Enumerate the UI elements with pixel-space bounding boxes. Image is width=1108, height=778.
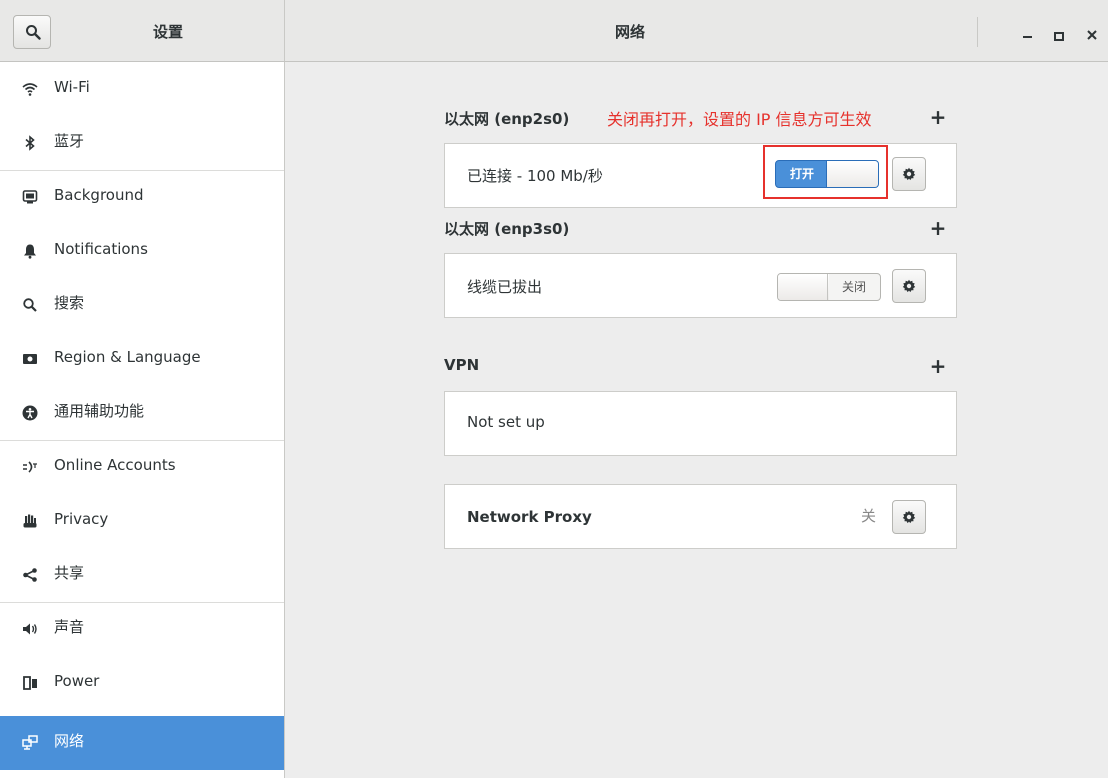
minimize-button[interactable] <box>1018 20 1042 44</box>
ethernet-enp3s0-settings-button[interactable] <box>892 269 926 303</box>
sidebar-item-label: Privacy <box>54 510 109 528</box>
ethernet-enp2s0-settings-button[interactable] <box>892 157 926 191</box>
annotation-note: 关闭再打开，设置的 IP 信息方可生效 <box>607 110 872 129</box>
gear-icon <box>902 167 916 181</box>
bluetooth-icon <box>25 135 35 151</box>
speaker-icon <box>23 623 37 635</box>
switch-label: 关闭 <box>827 274 880 300</box>
sidebar-item-label: 蓝牙 <box>54 132 85 150</box>
network-proxy-state: 关 <box>861 507 877 525</box>
sidebar-item-label: 搜索 <box>54 294 85 312</box>
hand-icon <box>23 514 37 528</box>
gear-icon <box>902 279 916 293</box>
accessibility-icon <box>22 405 38 421</box>
sidebar-item-notifications[interactable]: Notifications <box>0 224 284 278</box>
switch-knob <box>778 274 829 300</box>
sidebar-item-search[interactable]: 搜索 <box>0 278 284 332</box>
close-button[interactable] <box>1082 20 1106 44</box>
sidebar-item-online-accounts[interactable]: Online Accounts <box>0 440 284 494</box>
power-icon <box>23 676 37 690</box>
sidebar-item-accessibility[interactable]: 通用辅助功能 <box>0 386 284 440</box>
add-ethernet-enp3s0-button[interactable]: + <box>928 218 948 238</box>
sidebar-item-label: Notifications <box>54 240 148 258</box>
ethernet-enp2s0-status: 已连接 - 100 Mb/秒 <box>467 167 603 185</box>
maximize-icon <box>1054 32 1064 41</box>
region-icon <box>23 354 37 364</box>
online-accounts-icon <box>23 461 37 473</box>
vpn-card: Not set up <box>444 391 957 456</box>
ethernet-enp3s0-switch[interactable]: 关闭 <box>777 273 881 301</box>
sidebar: Wi-Fi 蓝牙 Background Notifications 搜索 Reg… <box>0 62 285 778</box>
ethernet-enp2s0-title: 以太网 (enp2s0) <box>444 110 570 128</box>
sidebar-item-bluetooth[interactable]: 蓝牙 <box>0 116 284 170</box>
sidebar-item-network[interactable]: 网络 <box>0 716 284 770</box>
sidebar-item-power[interactable]: Power <box>0 656 284 710</box>
sidebar-item-label: Online Accounts <box>54 456 176 474</box>
sidebar-item-label: 通用辅助功能 <box>54 402 145 420</box>
settings-header-pane: 设置 <box>0 0 285 61</box>
sidebar-item-label: 网络 <box>54 732 85 750</box>
vpn-title: VPN <box>444 356 480 374</box>
vpn-status: Not set up <box>467 413 545 431</box>
maximize-button[interactable] <box>1048 20 1072 44</box>
sidebar-item-label: 共享 <box>54 564 85 582</box>
sidebar-item-label: Power <box>54 672 100 690</box>
background-icon <box>22 190 38 204</box>
search-button[interactable] <box>13 15 51 49</box>
settings-title: 设置 <box>152 23 183 41</box>
wifi-icon <box>22 83 38 96</box>
sidebar-item-sharing[interactable]: 共享 <box>0 548 284 602</box>
sidebar-item-wifi[interactable]: Wi-Fi <box>0 62 284 116</box>
title-separator <box>977 17 978 47</box>
search-icon <box>26 25 41 40</box>
network-proxy-label: Network Proxy <box>467 508 592 526</box>
sidebar-item-privacy[interactable]: Privacy <box>0 494 284 548</box>
sidebar-item-label: 声音 <box>54 618 85 636</box>
network-proxy-settings-button[interactable] <box>892 500 926 534</box>
sidebar-item-sound[interactable]: 声音 <box>0 602 284 656</box>
annotation-highlight-box <box>763 145 888 199</box>
sidebar-item-label: Wi-Fi <box>54 78 90 96</box>
sidebar-item-label: Region & Language <box>54 348 201 366</box>
close-icon <box>1087 30 1097 40</box>
ethernet-enp3s0-status: 线缆已拔出 <box>467 278 543 296</box>
network-proxy-card[interactable]: Network Proxy 关 <box>444 484 957 549</box>
ethernet-enp3s0-card: 线缆已拔出 关闭 <box>444 253 957 318</box>
header-bar: 设置 网络 <box>0 0 1108 62</box>
ethernet-enp3s0-title: 以太网 (enp3s0) <box>444 220 570 238</box>
sidebar-item-background[interactable]: Background <box>0 170 284 224</box>
gear-icon <box>902 510 916 524</box>
add-ethernet-enp2s0-button[interactable]: + <box>928 107 948 127</box>
share-icon <box>23 568 37 582</box>
sidebar-item-region-language[interactable]: Region & Language <box>0 332 284 386</box>
network-icon <box>22 735 38 750</box>
window-title: 网络 <box>614 23 645 41</box>
minimize-icon <box>1023 36 1032 38</box>
sidebar-item-label: Background <box>54 186 144 204</box>
search-icon <box>23 298 37 312</box>
bell-icon <box>24 244 36 259</box>
add-vpn-button[interactable]: + <box>928 356 948 376</box>
